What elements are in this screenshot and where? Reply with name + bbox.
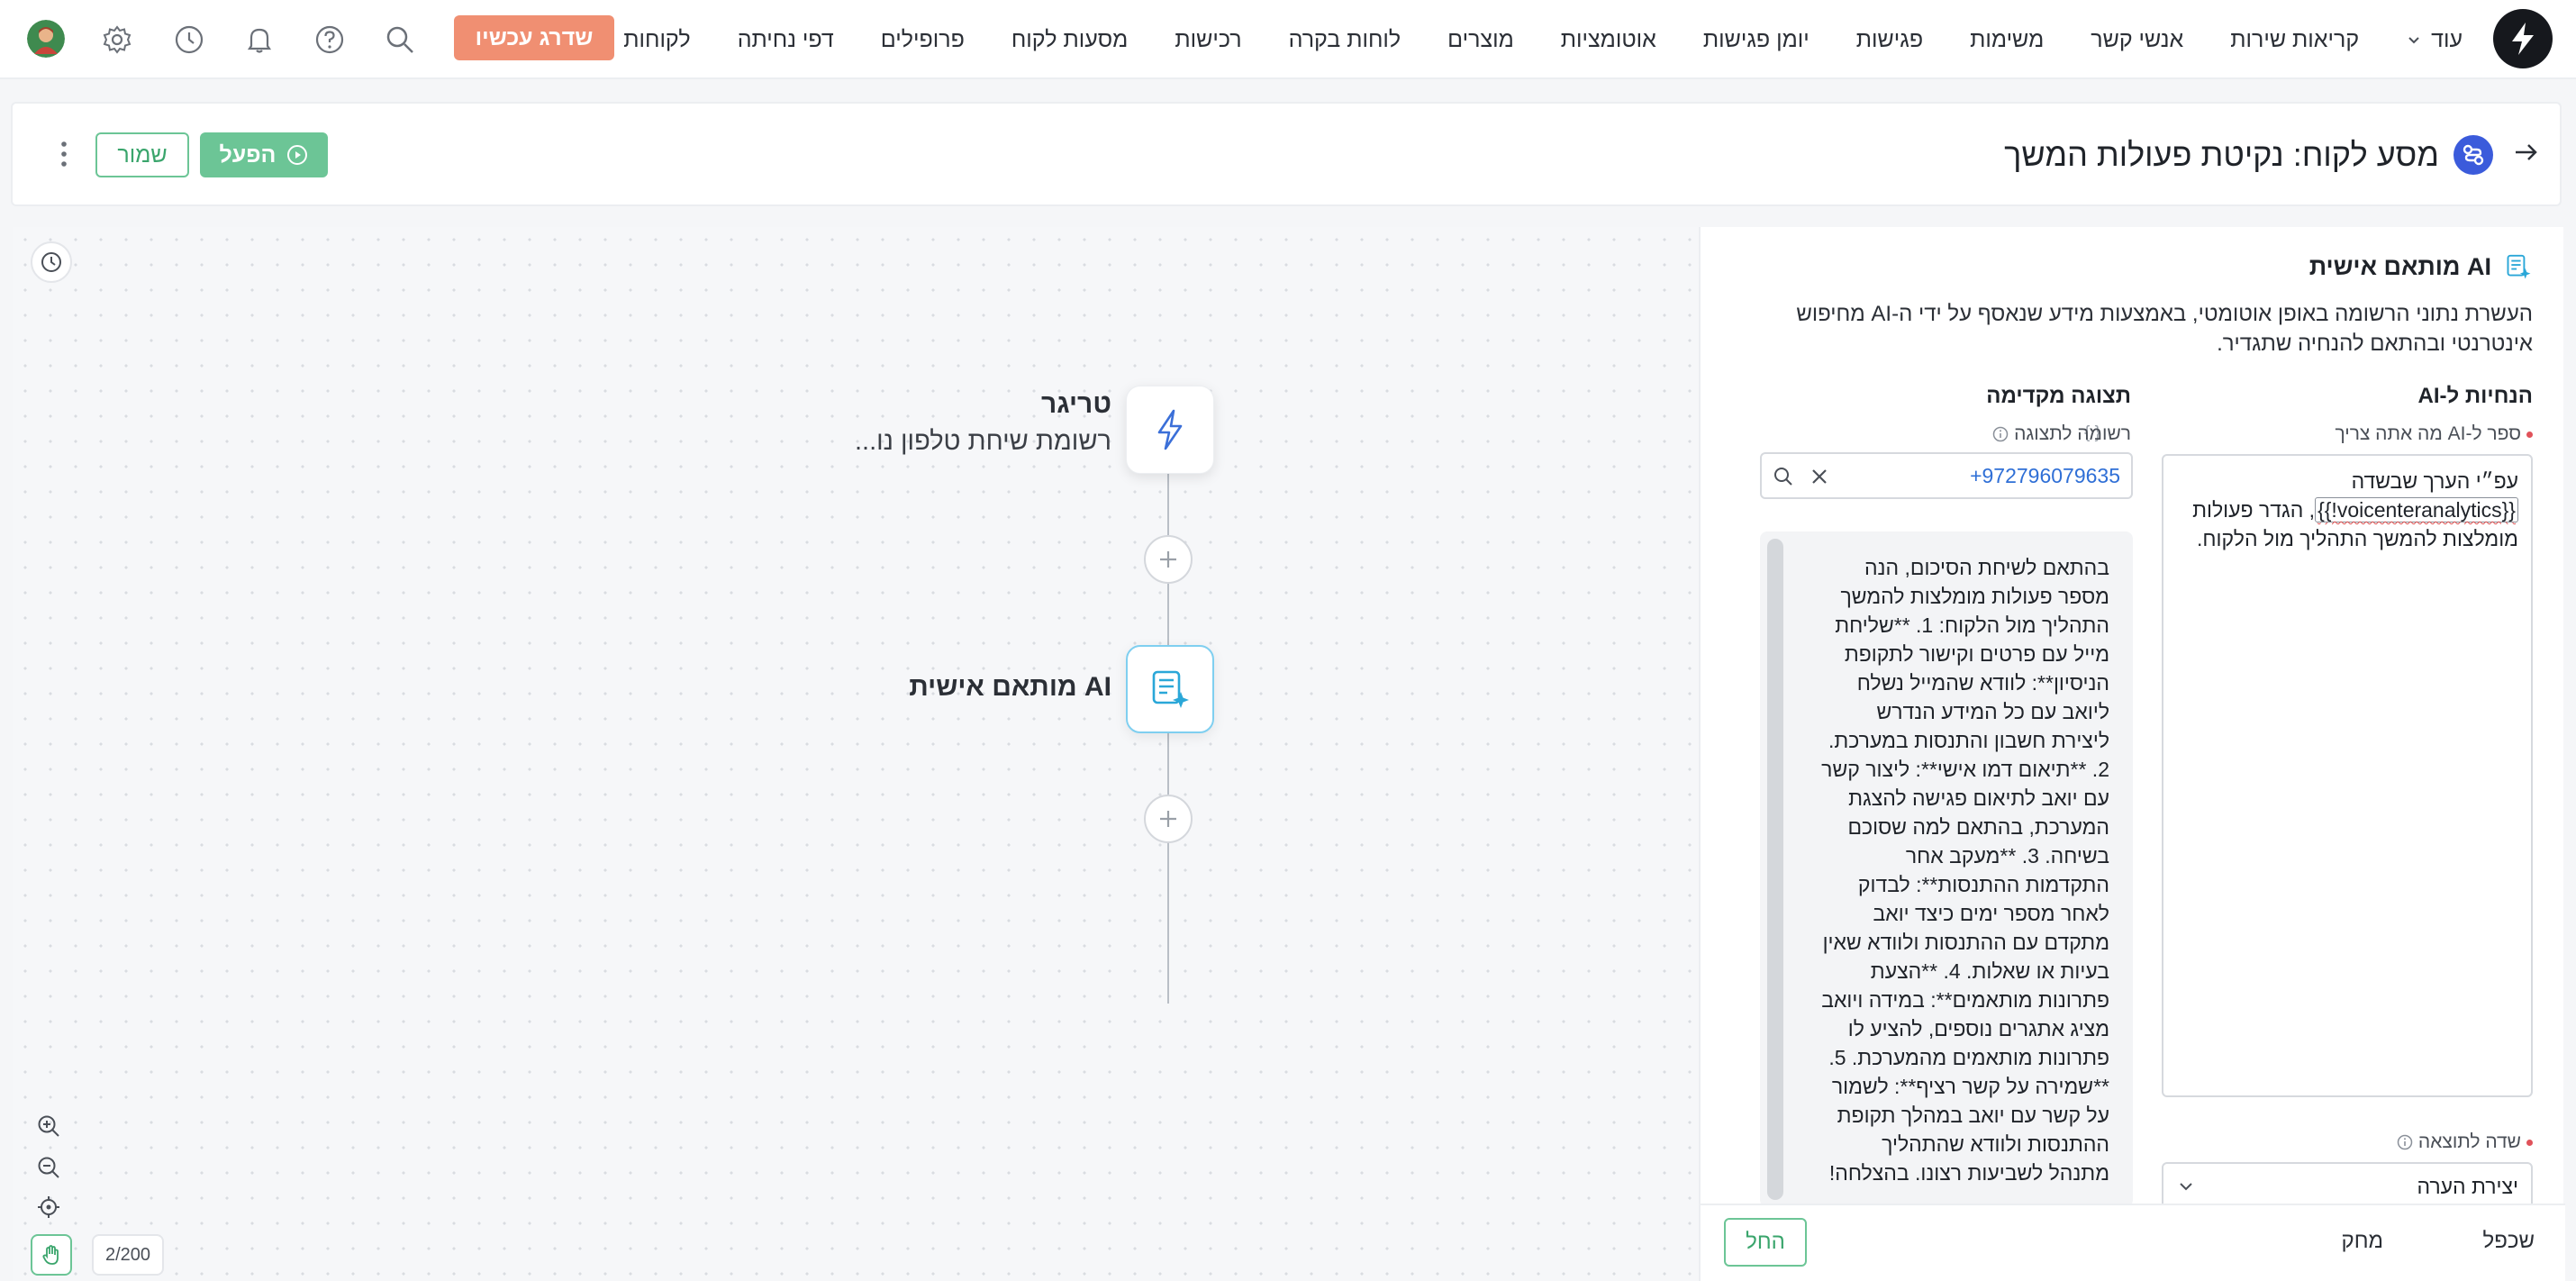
back-arrow-icon[interactable]	[2513, 140, 2538, 165]
node-counter: 2/200	[92, 1234, 164, 1276]
ai-instructions-title: הנחיות ל-AI	[2417, 384, 2533, 408]
preview-record-label: רשומה לתצוגה	[1992, 423, 2131, 445]
preview-scrollbar[interactable]	[1767, 539, 1783, 1200]
nav-item-meetings[interactable]: פגישות	[1856, 27, 1923, 53]
clock-icon[interactable]	[169, 20, 209, 59]
zoom-in-icon[interactable]	[31, 1108, 67, 1144]
required-indicator	[2526, 1139, 2533, 1146]
chevron-down-icon	[2176, 1177, 2196, 1196]
ai-document-sparkle-icon	[1152, 670, 1189, 708]
nav-item-profiles[interactable]: פרופילים	[881, 27, 965, 53]
journey-canvas[interactable]: טריגר רשומת שיחת טלפון נו... AI מותאם אי…	[13, 227, 1699, 1281]
more-options-icon[interactable]	[59, 140, 68, 168]
nav-item-customer-journeys[interactable]: מסעות לקוח	[1011, 27, 1129, 53]
output-field-label: שדה לתוצאה	[2397, 1131, 2533, 1153]
flow-connector-line	[1167, 733, 1169, 1004]
chevron-down-icon	[2408, 37, 2419, 44]
apply-button[interactable]: החל	[1724, 1218, 1807, 1267]
nav-item-customers[interactable]: לקוחות	[623, 27, 690, 53]
nav-item-landing-pages[interactable]: דפי נחיתה	[738, 27, 834, 53]
plus-icon	[1160, 551, 1176, 568]
nav-item-automations[interactable]: אוטומציות	[1561, 27, 1656, 53]
plus-icon	[1160, 811, 1176, 827]
prompt-variable-chip[interactable]: {{!voicenteranalytics}}	[2315, 497, 2518, 522]
nav-item-tasks[interactable]: משימות	[1970, 27, 2044, 53]
lightning-icon	[1157, 409, 1183, 450]
panel-title: AI מותאם אישית	[2308, 252, 2491, 280]
nav-item-service-calls[interactable]: קריאות שירות	[2230, 27, 2359, 53]
ai-preview-text: בהתאם לשיחת הסיכום, הנה מספר פעולות מומל…	[1821, 556, 2109, 1185]
prompt-text-before: עפ״י הערך שבשדה	[2351, 469, 2518, 493]
nav-item-contacts[interactable]: אנשי קשר	[2091, 27, 2183, 53]
output-field-value: יצירת הערה	[2417, 1175, 2518, 1198]
nav-item-meetings-calendar[interactable]: יומן פגישות	[1703, 27, 1810, 53]
trigger-node-subtitle: רשומת שיחת טלפון נו...	[854, 427, 1111, 456]
journey-icon	[2454, 135, 2493, 175]
preview-record-value[interactable]: +972796079635	[1970, 464, 2120, 488]
panel-header: AI מותאם אישית	[2309, 252, 2533, 281]
search-icon[interactable]	[380, 20, 420, 59]
clear-icon[interactable]	[1809, 466, 1830, 487]
info-icon[interactable]	[2397, 1134, 2413, 1150]
center-view-icon[interactable]	[31, 1189, 67, 1225]
nav-item-purchases[interactable]: רכישות	[1175, 27, 1241, 53]
nav-item-dashboards[interactable]: לוחות בקרה	[1289, 27, 1401, 53]
nav-item-products[interactable]: מוצרים	[1447, 27, 1514, 53]
trigger-node-title: טריגר	[1040, 389, 1111, 419]
nav-more-label: עוד	[2431, 26, 2463, 52]
activate-button[interactable]: הפעל	[200, 132, 328, 177]
custom-ai-node[interactable]	[1126, 645, 1214, 733]
prompt-label: ספר ל-AI מה אתה צריך	[2335, 423, 2533, 445]
activate-label: הפעל	[219, 141, 277, 168]
panel-footer: שכפל מחק החל	[1701, 1204, 2565, 1281]
add-step-button[interactable]	[1144, 795, 1193, 843]
pan-hand-icon[interactable]	[31, 1234, 72, 1276]
ai-preview-output: בהתאם לשיחת הסיכום, הנה מספר פעולות מומל…	[1760, 531, 2133, 1207]
prompt-label-text: ספר ל-AI מה אתה צריך	[2335, 423, 2521, 444]
main-nav: לקוחות דפי נחיתה פרופילים מסעות לקוח רכי…	[623, 0, 2463, 79]
required-indicator	[2526, 431, 2533, 438]
output-field-select[interactable]: יצירת הערה	[2162, 1162, 2533, 1209]
ai-document-sparkle-icon	[2507, 254, 2531, 279]
help-icon[interactable]	[310, 20, 349, 59]
ai-prompt-textarea[interactable]: עפ״י הערך שבשדה {{!voicenteranalytics}},…	[2162, 454, 2533, 1097]
panel-description: העשרת נתוני הרשומה באופן אוטומטי, באמצעו…	[1796, 302, 2533, 356]
trigger-node[interactable]	[1126, 386, 1214, 474]
output-field-label-text: שדה לתוצאה	[2417, 1131, 2521, 1152]
bell-icon[interactable]	[240, 20, 279, 59]
settings-gear-icon[interactable]	[97, 20, 137, 59]
preview-record-label-text: רשומה לתצוגה	[2014, 423, 2131, 444]
history-clock-icon[interactable]	[31, 241, 72, 283]
app-logo-icon[interactable]	[2493, 9, 2553, 68]
search-icon[interactable]	[1773, 466, 1794, 487]
delete-button[interactable]: מחק	[2342, 1229, 2383, 1254]
duplicate-button[interactable]: שכפל	[2483, 1229, 2535, 1254]
play-circle-icon	[287, 145, 308, 165]
journey-header: מסע לקוח: נקיטת פעולות המשך הפעל שמור	[11, 102, 2562, 206]
ai-node-title: AI מותאם אישית	[909, 672, 1111, 702]
top-navigation-bar: לקוחות דפי נחיתה פרופילים מסעות לקוח רכי…	[0, 0, 2576, 79]
info-icon[interactable]	[1992, 426, 2009, 442]
preview-record-search[interactable]: +972796079635	[1760, 452, 2133, 499]
node-settings-panel: AI מותאם אישית העשרת נתוני הרשומה באופן …	[1699, 227, 2565, 1281]
nav-more-menu[interactable]: עוד	[2406, 27, 2463, 53]
user-avatar[interactable]	[27, 20, 65, 58]
upgrade-now-button[interactable]: שדרג עכשיו	[454, 15, 614, 60]
preview-title: תצוגה מקדימה	[1986, 384, 2131, 408]
zoom-out-icon[interactable]	[31, 1149, 67, 1186]
page-title: מסע לקוח: נקיטת פעולות המשך	[2004, 136, 2439, 173]
save-button[interactable]: שמור	[95, 132, 189, 177]
add-step-button[interactable]	[1144, 535, 1193, 584]
